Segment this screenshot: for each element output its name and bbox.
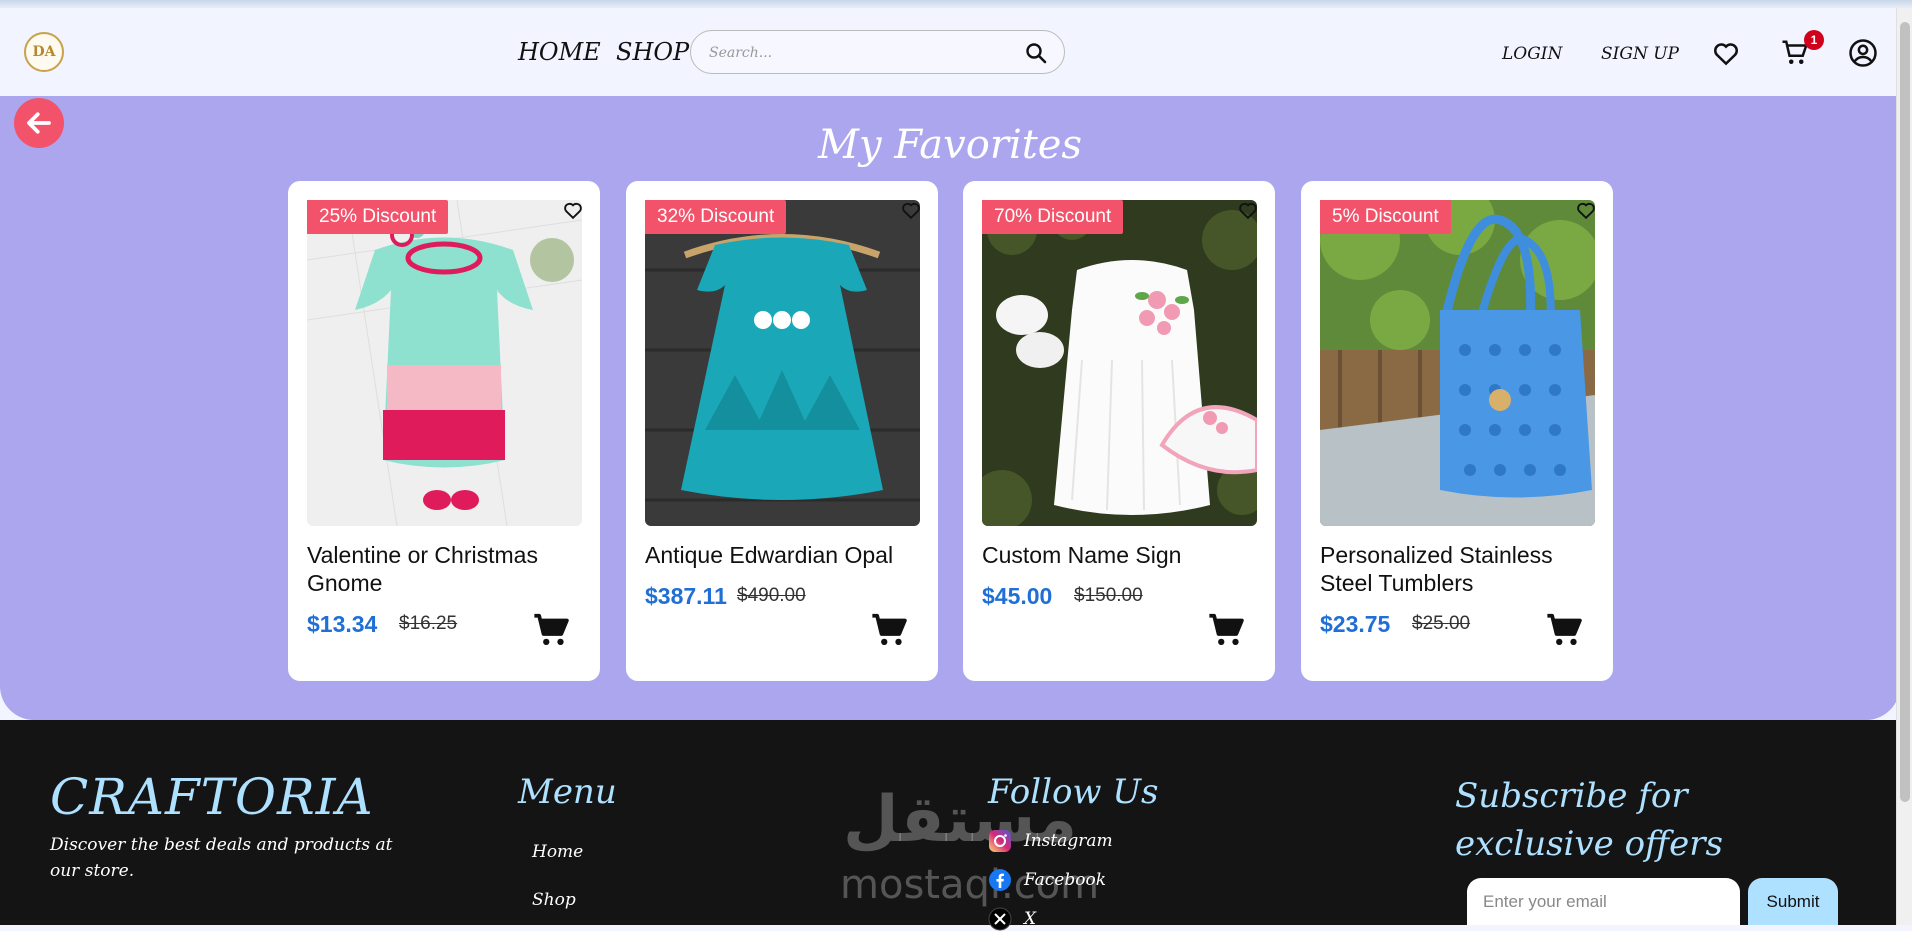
favorites-title: My Favorites (817, 122, 1083, 168)
product-old-price: $150.00 (1074, 585, 1143, 606)
footer-brand: CRAFTORIA (50, 768, 374, 826)
user-account-icon[interactable] (1848, 38, 1878, 68)
facebook-link[interactable]: Facebook (1024, 870, 1106, 890)
favorite-heart-icon[interactable] (1237, 199, 1259, 221)
product-price: $13.34 (307, 611, 378, 637)
product-image[interactable] (645, 200, 920, 526)
favorite-heart-icon[interactable] (1575, 199, 1597, 221)
site-footer: CRAFTORIA Discover the best deals and pr… (0, 720, 1900, 931)
instagram-icon[interactable] (988, 829, 1012, 853)
search-icon[interactable] (1024, 41, 1048, 65)
product-price: $23.75 (1320, 611, 1391, 637)
discount-badge: 5% Discount (1320, 200, 1451, 234)
product-old-price: $16.25 (399, 613, 458, 634)
discount-badge: 32% Discount (645, 200, 787, 234)
subscribe-submit-button[interactable]: Submit (1748, 878, 1838, 925)
add-to-cart-icon[interactable] (532, 611, 570, 649)
favorite-heart-icon[interactable] (562, 199, 584, 221)
footer-menu-home-link[interactable]: Home (532, 842, 583, 862)
nav-home-link[interactable]: HOME (518, 38, 601, 66)
product-image[interactable] (982, 200, 1257, 526)
browser-top-strip (0, 0, 1912, 8)
product-card[interactable]: 32% Discount Antique Edwardian Opal $387… (626, 181, 938, 681)
x-link[interactable]: X (1024, 909, 1036, 929)
nav-shop-link[interactable]: SHOP (616, 38, 689, 66)
instagram-link[interactable]: Instagram (1024, 831, 1113, 851)
signup-link[interactable]: SIGN UP (1601, 44, 1679, 64)
product-card[interactable]: 5% Discount Personalized Stainless Steel… (1301, 181, 1613, 681)
favorites-section: My Favorites 25% Discount Valentine or C… (0, 96, 1900, 720)
search-bar (690, 30, 1065, 74)
footer-description: Discover the best deals and products at … (50, 835, 393, 881)
page-scrollbar[interactable] (1896, 8, 1912, 925)
product-price: $387.11 (645, 583, 727, 609)
footer-subscribe-title: Subscribe for exclusive offers (1455, 776, 1723, 864)
site-logo[interactable]: DA (24, 32, 64, 72)
footer-menu-shop-link[interactable]: Shop (532, 890, 576, 910)
favorite-heart-icon[interactable] (900, 199, 922, 221)
product-old-price: $490.00 (737, 585, 806, 606)
product-old-price: $25.00 (1412, 613, 1471, 634)
cart-count-badge: 1 (1804, 30, 1824, 50)
product-price: $45.00 (982, 583, 1053, 609)
discount-badge: 25% Discount (307, 200, 449, 234)
discount-badge: 70% Discount (982, 200, 1124, 234)
product-image[interactable] (307, 200, 582, 526)
product-name[interactable]: Valentine or Christmas Gnome (307, 541, 582, 597)
product-name[interactable]: Custom Name Sign (982, 541, 1257, 569)
search-input[interactable] (707, 39, 1007, 67)
scrollbar-thumb[interactable] (1900, 22, 1910, 802)
subscribe-email-input[interactable] (1467, 878, 1740, 925)
site-header: DA HOME SHOP LOGIN SIGN UP 1 (0, 8, 1896, 96)
footer-follow-title: Follow Us (988, 772, 1159, 812)
product-name[interactable]: Antique Edwardian Opal (645, 541, 920, 569)
wishlist-heart-icon[interactable] (1711, 38, 1741, 68)
product-name[interactable]: Personalized Stainless Steel Tumblers (1320, 541, 1595, 597)
footer-menu-title: Menu (518, 772, 617, 812)
add-to-cart-icon[interactable] (870, 611, 908, 649)
facebook-icon[interactable] (988, 868, 1012, 892)
add-to-cart-icon[interactable] (1545, 611, 1583, 649)
product-image[interactable] (1320, 200, 1595, 526)
product-card[interactable]: 25% Discount Valentine or Christmas Gnom… (288, 181, 600, 681)
x-twitter-icon[interactable] (988, 907, 1012, 931)
login-link[interactable]: LOGIN (1502, 44, 1562, 64)
product-card[interactable]: 70% Discount Custom Name Sign $45.00 $15… (963, 181, 1275, 681)
add-to-cart-icon[interactable] (1207, 611, 1245, 649)
